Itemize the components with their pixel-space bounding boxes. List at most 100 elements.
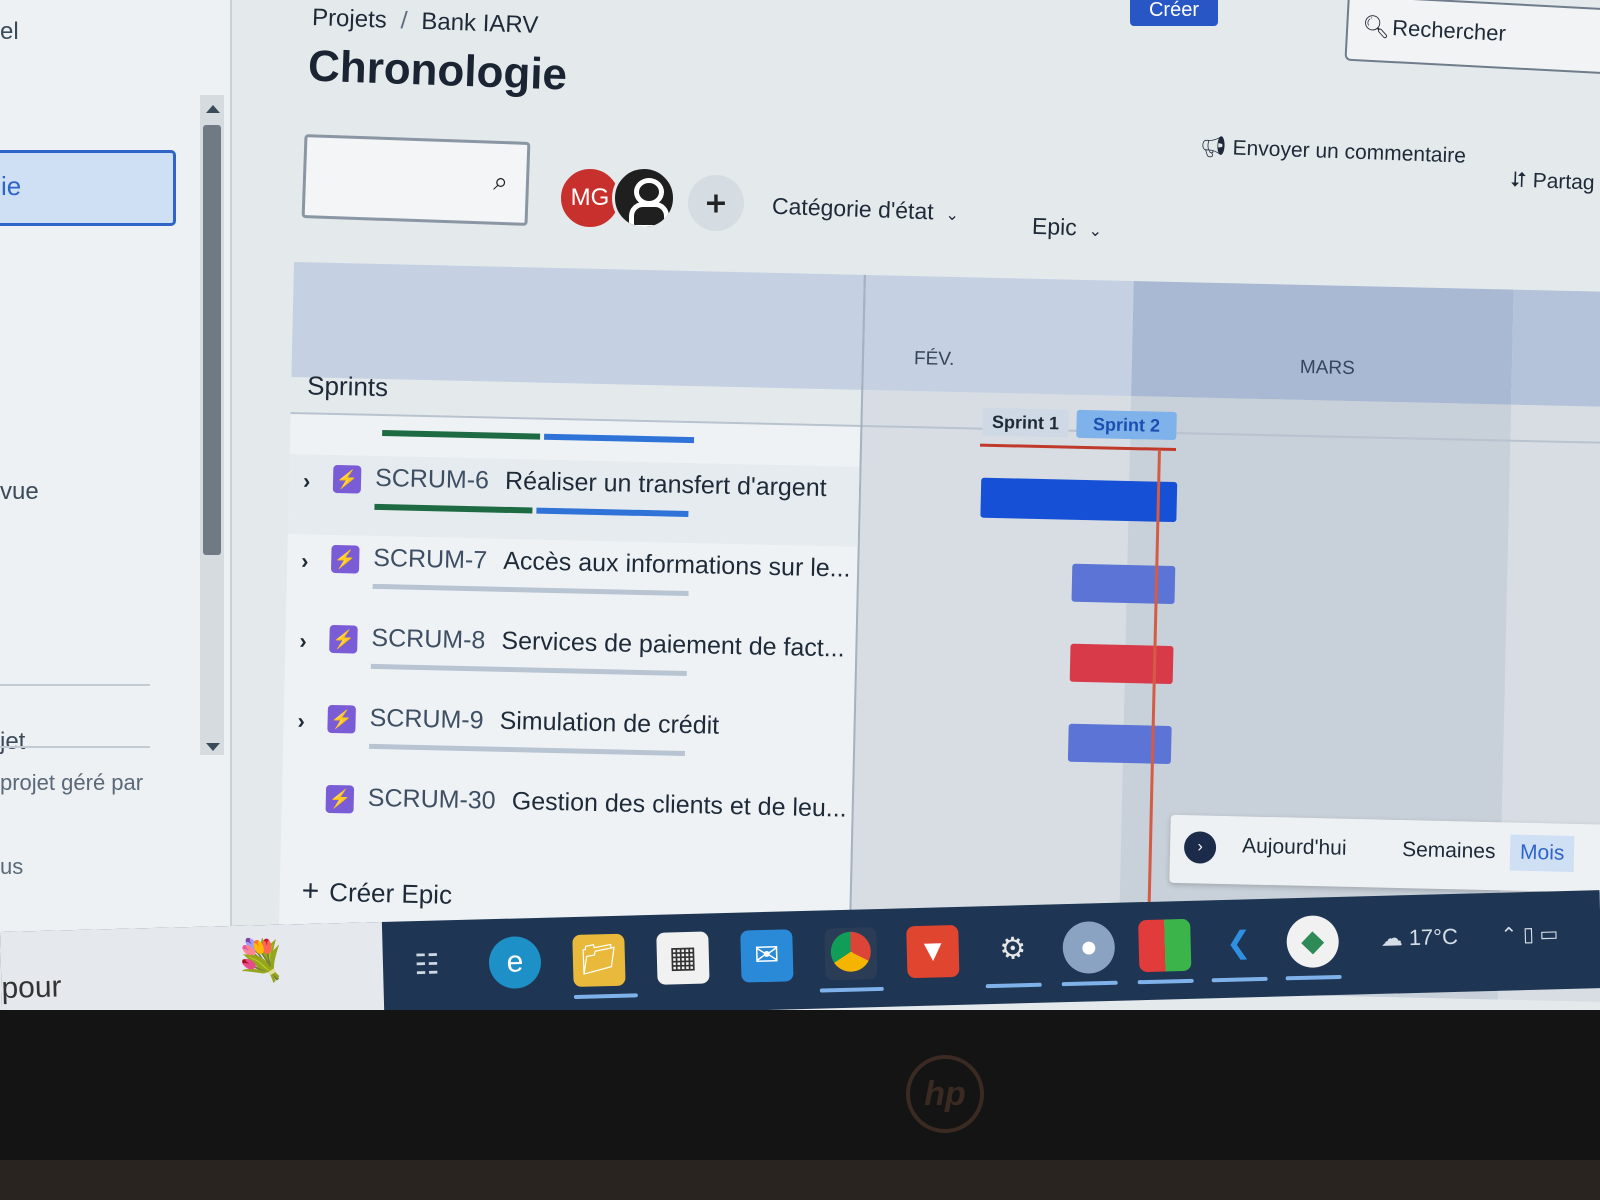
- create-button[interactable]: Créer: [1130, 0, 1218, 26]
- chevron-down-icon: ⌄: [945, 206, 960, 225]
- epic-row[interactable]: › ⚡ SCRUM-9 Simulation de crédit: [282, 694, 854, 787]
- share-button[interactable]: ⮃ Partag: [1510, 169, 1595, 196]
- chevron-right-icon[interactable]: ›: [297, 708, 305, 734]
- feedback-button[interactable]: 📢︎ Envoyer un commentaire: [1200, 135, 1467, 168]
- user-avatar-icon[interactable]: [612, 166, 676, 230]
- epic-gantt-bar[interactable]: [1071, 563, 1176, 605]
- running-indicator: [573, 993, 638, 999]
- global-search-label: Rechercher: [1391, 14, 1507, 46]
- sidebar-item-active-label: ie: [1, 171, 22, 201]
- epic-progress-empty: [370, 663, 687, 677]
- zoom-weeks[interactable]: Semaines: [1402, 838, 1496, 864]
- breadcrumb-projects[interactable]: Projets: [312, 4, 388, 34]
- store-icon[interactable]: ▦: [656, 931, 710, 985]
- add-people-icon[interactable]: ➕︎: [688, 175, 744, 231]
- flowers-icon: 💐: [235, 938, 287, 984]
- epic-key[interactable]: SCRUM-7: [373, 544, 488, 576]
- sprint-marker[interactable]: Sprint 2: [1076, 409, 1177, 441]
- mongodb-icon[interactable]: ◆: [1286, 914, 1340, 969]
- running-indicator: [819, 986, 884, 993]
- zoom-today[interactable]: Aujourd'hui: [1242, 834, 1347, 860]
- epic-title[interactable]: Réaliser un transfert d'argent: [505, 467, 827, 503]
- timeline-search-input[interactable]: ⌕: [301, 134, 531, 226]
- hp-logo-icon: hp: [906, 1055, 984, 1133]
- epic-icon: ⚡: [332, 464, 362, 494]
- breadcrumb-separator: /: [400, 7, 408, 35]
- sidebar-divider: [0, 746, 150, 748]
- chevron-right-icon[interactable]: ›: [303, 468, 311, 494]
- app-tiles-icon[interactable]: [1138, 918, 1192, 973]
- chrome-icon[interactable]: [824, 927, 878, 981]
- epic-title[interactable]: Accès aux informations sur le...: [503, 547, 851, 584]
- sprints-column-header: Sprints: [306, 370, 389, 403]
- desk-edge: [0, 1160, 1600, 1200]
- epic-icon: ⚡: [327, 704, 356, 734]
- feedback-label: Envoyer un commentaire: [1232, 136, 1467, 168]
- global-search[interactable]: 🔍︎ Rechercher: [1344, 0, 1600, 76]
- network-icon[interactable]: ▭: [1539, 923, 1558, 945]
- epic-dropdown[interactable]: Epic ⌄: [1032, 213, 1103, 242]
- scroll-up-icon[interactable]: [206, 105, 220, 113]
- sidebar-item-active[interactable]: ie: [0, 150, 176, 226]
- epic-progress-inprogress: [536, 507, 689, 518]
- status-category-dropdown[interactable]: Catégorie d'état ⌄: [772, 193, 960, 227]
- chevron-down-icon: ⌄: [1088, 222, 1103, 241]
- create-epic-button[interactable]: + Créer Epic: [301, 874, 452, 911]
- breadcrumb-project[interactable]: Bank IARV: [421, 8, 539, 39]
- battery-icon[interactable]: ▯: [1523, 924, 1535, 946]
- sidebar-scrollbar[interactable]: [200, 95, 224, 755]
- task-view-icon[interactable]: ☷: [400, 938, 453, 991]
- month-label: FÉV.: [913, 348, 955, 371]
- epic-key[interactable]: SCRUM-6: [375, 464, 490, 496]
- epic-gantt-bar[interactable]: [1069, 643, 1174, 685]
- epic-progress-empty: [368, 743, 686, 756]
- weather-temperature: 17°C: [1408, 923, 1459, 951]
- sidebar-divider: [0, 684, 150, 686]
- epic-row[interactable]: › ⚡ SCRUM-7 Accès aux informations sur le..…: [286, 534, 858, 627]
- share-label: Partag: [1532, 169, 1595, 195]
- sprint-marker[interactable]: Sprint 1: [982, 407, 1069, 438]
- epic-progress-empty: [372, 583, 689, 597]
- epic-gantt-bar[interactable]: [980, 477, 1178, 523]
- scroll-down-icon[interactable]: [206, 743, 220, 751]
- chevron-right-icon[interactable]: ›: [299, 628, 307, 654]
- zoom-months[interactable]: Mois: [1509, 834, 1575, 872]
- system-tray[interactable]: ⌃ ▯ ▭: [1500, 921, 1558, 948]
- search-icon: ⌕: [492, 165, 509, 197]
- running-indicator: [1211, 976, 1268, 983]
- running-indicator: [1137, 978, 1194, 985]
- epic-key[interactable]: SCRUM-30: [368, 784, 496, 816]
- epic-title[interactable]: Services de paiement de fact...: [501, 627, 845, 664]
- mail-icon[interactable]: ✉: [740, 929, 794, 983]
- epic-row[interactable]: › ⚡ SCRUM-8 Services de paiement de fact...: [284, 614, 856, 707]
- chevron-up-icon[interactable]: ⌃: [1500, 924, 1517, 946]
- page-title: Chronologie: [307, 41, 568, 100]
- epic-gantt-bar[interactable]: [1067, 723, 1172, 765]
- epic-title[interactable]: Simulation de crédit: [499, 707, 719, 741]
- timeline-header-next: [1511, 289, 1600, 408]
- status-category-label: Catégorie d'état: [771, 192, 935, 225]
- file-explorer-icon[interactable]: 📁︎: [572, 933, 626, 988]
- epic-row[interactable]: › ⚡ SCRUM-6 Réaliser un transfert d'argent: [287, 453, 860, 547]
- edge-icon[interactable]: e: [488, 935, 542, 990]
- sidebar-item-jet[interactable]: jet: [0, 728, 25, 756]
- chevron-right-icon[interactable]: ›: [1183, 831, 1217, 864]
- taskbar: pour 💐 ☷ e 📁︎ ▦ ✉ ▼ ⚙ ● ❮ ◆ ☁ 17°C ⌃ ▯ ▭: [0, 890, 1600, 1030]
- sidebar-item-vue[interactable]: vue: [0, 478, 39, 506]
- epic-key[interactable]: SCRUM-9: [369, 704, 484, 736]
- weather-widget[interactable]: ☁ 17°C: [1380, 924, 1458, 952]
- app-globe-icon[interactable]: ●: [1062, 920, 1116, 975]
- chevron-right-icon[interactable]: ›: [301, 548, 309, 574]
- scroll-thumb[interactable]: [203, 125, 221, 555]
- epic-icon: ⚡: [329, 624, 358, 654]
- brave-icon[interactable]: ▼: [906, 924, 960, 979]
- vscode-icon[interactable]: ❮: [1212, 917, 1265, 970]
- screen: el ie vue jet projet géré par us Projets…: [0, 0, 1600, 1030]
- timeline-header-mars: [1131, 281, 1514, 405]
- epic-row[interactable]: ⚡ SCRUM-30 Gestion des clients et de leu..…: [281, 774, 853, 867]
- megaphone-icon: 📢︎: [1199, 135, 1228, 160]
- epic-key[interactable]: SCRUM-8: [371, 624, 486, 656]
- settings-gear-icon[interactable]: ⚙: [986, 923, 1039, 976]
- sidebar-item-us[interactable]: us: [0, 854, 23, 880]
- epic-title[interactable]: Gestion des clients et de leu...: [511, 787, 847, 824]
